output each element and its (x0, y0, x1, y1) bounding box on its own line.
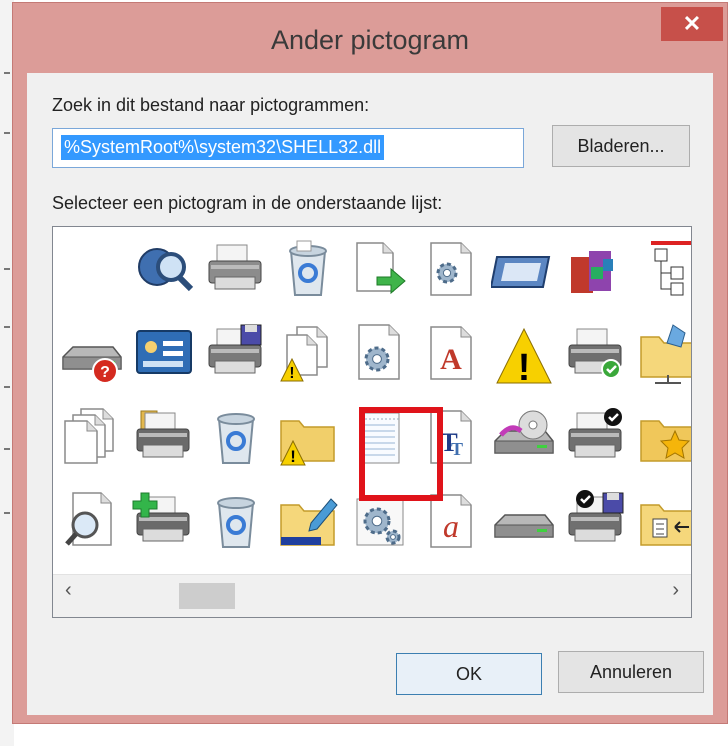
printer-check-icon[interactable] (563, 321, 629, 387)
cancel-button[interactable]: Annuleren (558, 651, 704, 693)
settings-document-icon[interactable] (347, 321, 413, 387)
horizontal-scrollbar[interactable]: ‹ › (53, 574, 691, 617)
drive-icon[interactable] (491, 489, 557, 555)
printer-default-icon[interactable] (563, 405, 629, 471)
svg-text:a: a (443, 508, 459, 544)
svg-text:!: ! (518, 347, 531, 387)
drive-help-icon[interactable]: ? (59, 321, 125, 387)
folder-edit-icon[interactable] (275, 489, 341, 555)
dialog-title: Ander pictogram (270, 25, 470, 55)
scrollbar-thumb[interactable] (179, 583, 235, 609)
printer-add-icon[interactable] (131, 489, 197, 555)
close-button[interactable]: ✕ (661, 7, 723, 41)
folder-warning-icon[interactable]: ! (275, 405, 341, 471)
printer-folder-icon[interactable] (131, 405, 197, 471)
recycle-bin-icon[interactable] (203, 405, 269, 471)
icon-list-label: Selecteer een pictogram in de onderstaan… (52, 193, 443, 213)
file-export-icon[interactable] (347, 237, 413, 303)
change-icon-dialog: Ander pictogram ✕ Zoek in dit bestand na… (12, 2, 728, 724)
monitor-window-icon[interactable] (491, 237, 557, 303)
favorites-folder-icon[interactable] (635, 405, 691, 471)
network-search-icon[interactable] (131, 237, 197, 303)
svg-text:!: ! (290, 447, 296, 466)
svg-text:T: T (451, 439, 463, 459)
path-input-value: %SystemRoot%\system32\SHELL32.dll (61, 135, 385, 160)
documents-warning-icon[interactable]: ! (275, 321, 341, 387)
scroll-left-icon[interactable]: ‹ (65, 579, 72, 602)
folder-list-icon[interactable] (635, 489, 691, 555)
selected-icon-highlight (359, 407, 443, 501)
network-tree-icon[interactable] (635, 237, 691, 303)
printer-icon[interactable] (203, 237, 269, 303)
recycle-bin-empty-icon[interactable] (203, 489, 269, 555)
ok-button[interactable]: OK (396, 653, 542, 695)
svg-text:?: ? (100, 364, 110, 381)
icon-list[interactable]: ?! A!! T Ta ‹ › (52, 226, 692, 618)
search-label: Zoek in dit bestand naar pictogrammen: (52, 95, 370, 115)
documents-icon[interactable] (59, 405, 125, 471)
close-icon: ✕ (682, 11, 702, 36)
network-folder-icon[interactable] (635, 321, 691, 387)
font-icon[interactable]: A (419, 321, 485, 387)
applications-icon[interactable] (563, 237, 629, 303)
recycle-bin-full-icon[interactable] (275, 237, 341, 303)
drive-disc-icon[interactable] (491, 405, 557, 471)
printer-default-save-icon[interactable] (563, 489, 629, 555)
search-file-icon[interactable] (59, 489, 125, 555)
document-search-icon[interactable] (419, 237, 485, 303)
dialog-body: Zoek in dit bestand naar pictogrammen: %… (27, 73, 713, 715)
svg-text:!: ! (289, 365, 294, 382)
browse-button[interactable]: Bladeren... (552, 125, 690, 167)
scroll-right-icon[interactable]: › (672, 579, 679, 602)
warning-icon[interactable]: ! (491, 321, 557, 387)
svg-text:A: A (440, 343, 462, 376)
path-input[interactable]: %SystemRoot%\system32\SHELL32.dll (52, 128, 524, 168)
printer-save-icon[interactable] (203, 321, 269, 387)
blank-icon[interactable] (59, 237, 125, 303)
control-panel-icon[interactable] (131, 321, 197, 387)
